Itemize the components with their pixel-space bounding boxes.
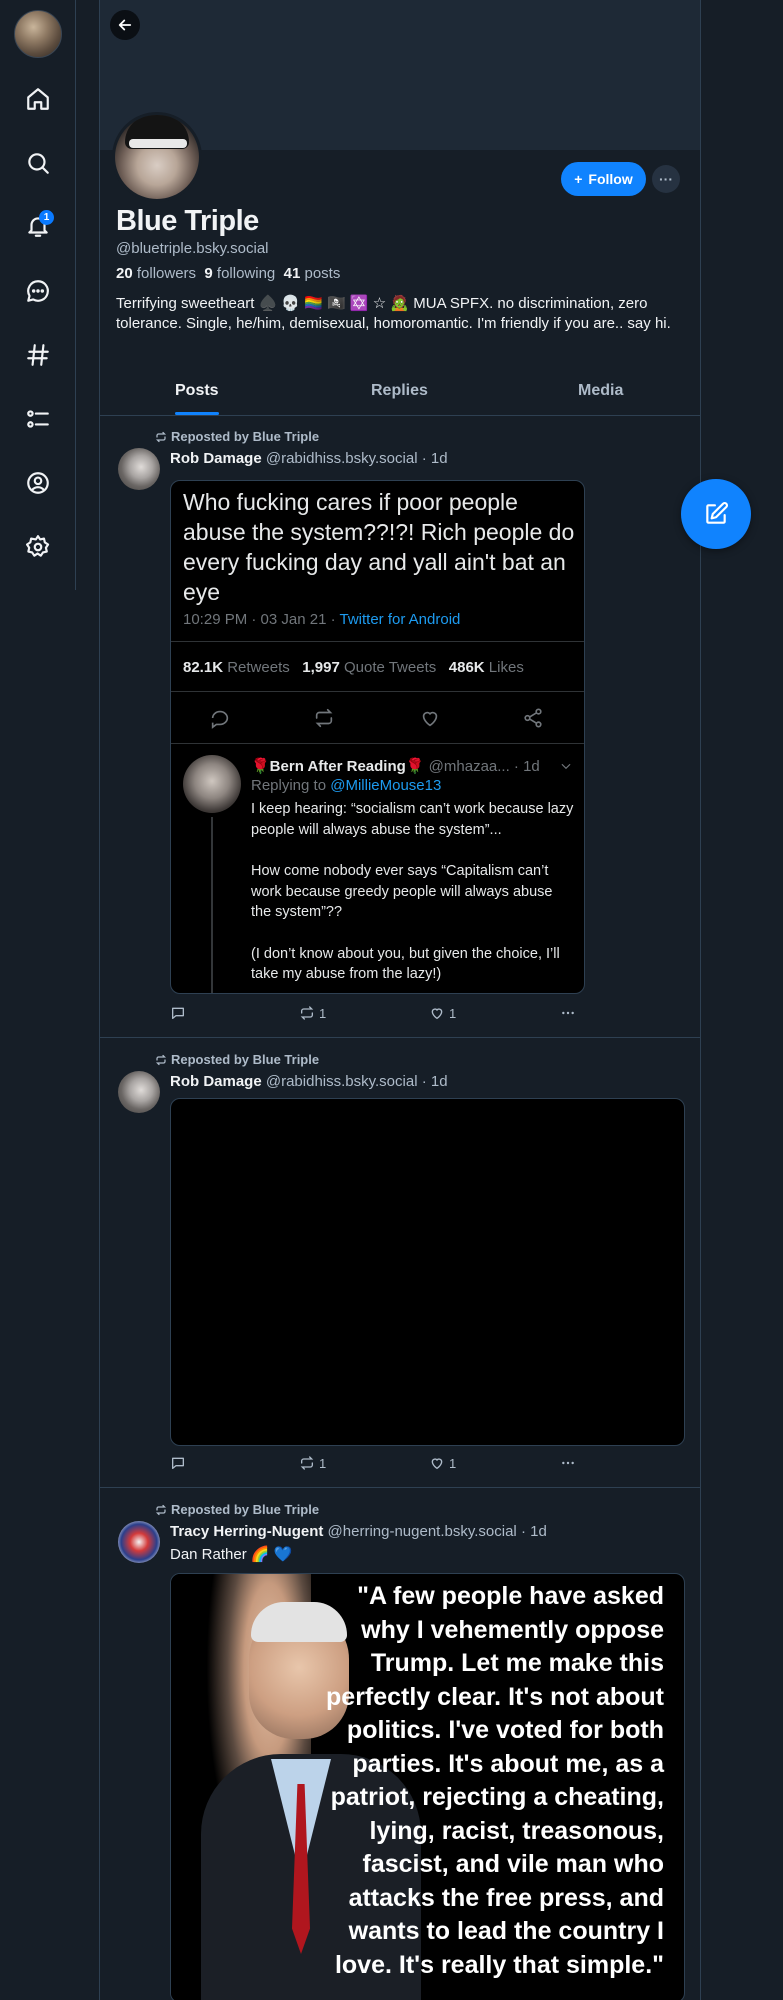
gear-icon[interactable] [20, 529, 56, 565]
repost-indicator: Reposted by Blue Triple [155, 1052, 319, 1067]
profile-tabs: Posts Replies Media [100, 372, 700, 416]
repost-button[interactable]: 1 [299, 1005, 326, 1021]
post-image-tweet-screenshot[interactable]: Who fucking cares if poor people abuse t… [170, 480, 585, 994]
like-button[interactable]: 1 [429, 1005, 456, 1021]
post-author-avatar[interactable] [118, 1521, 160, 1563]
post-more-button[interactable] [560, 1455, 576, 1471]
repost-icon [155, 431, 167, 442]
repost-icon [300, 1456, 314, 1470]
image-quote-text: "A few people have asked why I vehementl… [326, 1582, 664, 1979]
repost-button[interactable]: 1 [299, 1455, 326, 1471]
post-image-quote[interactable]: "A few people have asked why I vehementl… [170, 1573, 685, 2000]
thread-line [211, 817, 213, 993]
heart-icon [422, 711, 438, 727]
post-author-avatar[interactable] [118, 1071, 160, 1113]
search-icon[interactable] [20, 145, 56, 181]
user-circle-icon[interactable] [20, 465, 56, 501]
hashtag-icon[interactable] [20, 337, 56, 373]
reply-button[interactable] [170, 1005, 186, 1021]
post-text: Dan Rather 🌈 💙 [170, 1546, 293, 1563]
current-user-avatar[interactable] [14, 10, 62, 58]
tab-posts[interactable]: Posts [175, 382, 219, 400]
heart-icon [431, 1008, 443, 1020]
reply-avatar [183, 755, 241, 813]
retweet-icon [315, 708, 333, 728]
profile-avatar[interactable] [112, 112, 202, 202]
post-more-button[interactable] [560, 1005, 576, 1021]
plus-icon: + [574, 171, 583, 187]
comment-icon [172, 1457, 184, 1469]
tweet-text: Who fucking cares if poor people abuse t… [183, 489, 575, 605]
tab-media[interactable]: Media [578, 382, 623, 400]
tweet-stats: 82.1K Retweets 1,997 Quote Tweets 486K L… [183, 659, 524, 676]
repost-icon [155, 1504, 167, 1515]
follow-label: Follow [588, 171, 633, 187]
ellipsis-icon [562, 1011, 574, 1015]
chat-icon[interactable] [20, 273, 56, 309]
reply-text: I keep hearing: “socialism can’t work be… [251, 801, 574, 982]
tweet-meta: 10:29 PM · 03 Jan 21 · Twitter for Andro… [183, 611, 461, 628]
compose-icon [706, 502, 728, 524]
following-link[interactable]: 9 following [204, 265, 275, 282]
reply-button[interactable] [170, 1455, 186, 1471]
left-nav-sidebar: 1 [0, 0, 76, 590]
posts-count: 41 posts [283, 265, 341, 282]
comment-icon [172, 1007, 184, 1019]
active-tab-indicator [175, 412, 219, 415]
reply-icon [211, 710, 229, 729]
profile-stats: 20 followers 9 following 41 posts [116, 265, 340, 282]
home-icon[interactable] [20, 81, 56, 117]
share-icon [524, 708, 542, 728]
post-author[interactable]: Rob Damage @rabidhiss.bsky.social · 1d [170, 450, 448, 467]
profile-bio: Terrifying sweetheart ♠️ 💀 🏳️‍🌈 🏴‍☠️ ✡️ … [116, 295, 671, 332]
portrait-photo [171, 1574, 421, 2000]
tweet-action-icons [171, 707, 584, 731]
like-button[interactable]: 1 [429, 1455, 456, 1471]
back-button[interactable] [110, 10, 140, 40]
follow-button[interactable]: + Follow [561, 162, 646, 196]
repost-indicator: Reposted by Blue Triple [155, 1502, 319, 1517]
profile-more-button[interactable]: ··· [652, 165, 680, 193]
post-actions: 1 1 [170, 1453, 590, 1475]
post-media-video[interactable] [170, 1098, 685, 1446]
heart-icon [431, 1458, 443, 1470]
repost-indicator: Reposted by Blue Triple [155, 429, 319, 444]
repost-icon [300, 1006, 314, 1020]
replying-to: Replying to @MillieMouse13 [251, 777, 442, 794]
followers-link[interactable]: 20 followers [116, 265, 196, 282]
bell-icon[interactable]: 1 [20, 208, 56, 244]
profile-handle: @bluetriple.bsky.social [116, 240, 269, 257]
profile-column: + Follow ··· Blue Triple @bluetriple.bsk… [99, 0, 701, 2000]
reply-author: 🌹Bern After Reading🌹 @mhazaa... · 1d [251, 758, 540, 775]
profile-display-name: Blue Triple [116, 205, 259, 237]
list-icon[interactable] [20, 401, 56, 437]
post-actions: 1 1 [170, 1003, 590, 1025]
notification-badge: 1 [39, 210, 54, 225]
post-author[interactable]: Tracy Herring-Nugent @herring-nugent.bsk… [170, 1523, 547, 1540]
chevron-down-icon [561, 763, 571, 770]
post-author-avatar[interactable] [118, 448, 160, 490]
tab-replies[interactable]: Replies [371, 382, 428, 400]
arrow-left-icon [118, 19, 132, 31]
repost-icon [155, 1054, 167, 1065]
ellipsis-icon [562, 1461, 574, 1465]
post-author[interactable]: Rob Damage @rabidhiss.bsky.social · 1d [170, 1073, 448, 1090]
compose-post-button[interactable] [681, 479, 751, 549]
